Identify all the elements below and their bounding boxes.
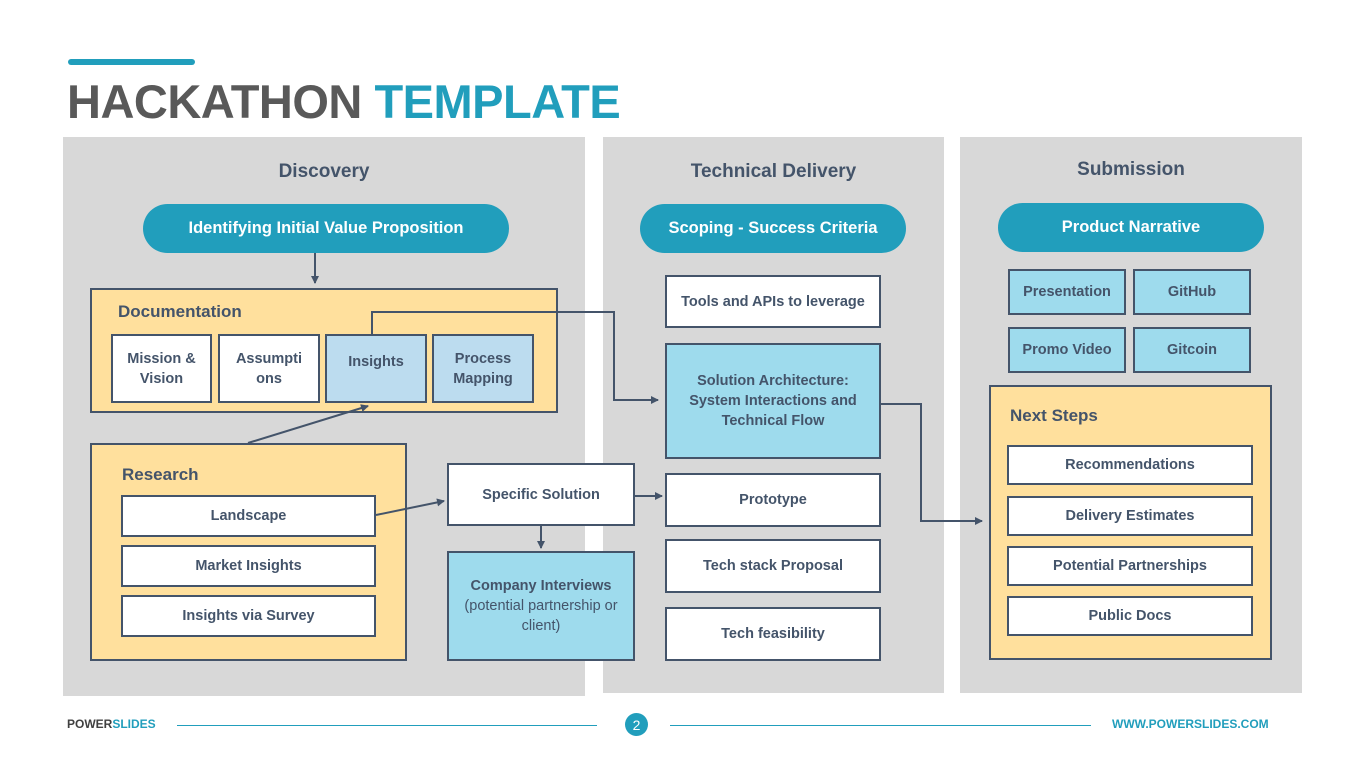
next-step-delivery-estimates[interactable]: Delivery Estimates [1007, 496, 1253, 536]
doc-item-process-mapping[interactable]: Process Mapping [432, 334, 534, 403]
panel-title-submission: Submission [1077, 159, 1185, 180]
pill-product-narrative[interactable]: Product Narrative [998, 203, 1264, 252]
deliverable-promo-video[interactable]: Promo Video [1008, 327, 1126, 373]
title-accent-bar [68, 59, 195, 65]
tech-item-tools-apis[interactable]: Tools and APIs to leverage [665, 275, 881, 328]
research-item-market-insights[interactable]: Market Insights [121, 545, 376, 587]
next-step-public-docs[interactable]: Public Docs [1007, 596, 1253, 636]
panel-title-discovery: Discovery [278, 161, 370, 182]
company-interviews[interactable]: Company Interviews (potential partnershi… [447, 551, 635, 661]
doc-item-assumptions[interactable]: Assumpti ons [218, 334, 320, 403]
deliverable-github[interactable]: GitHub [1133, 269, 1251, 315]
doc-item-insights-label: Insights [348, 354, 404, 370]
tech-item-solution-architecture[interactable]: Solution Architecture: System Interactio… [665, 343, 881, 459]
company-interviews-subtitle: (potential partnership or client) [464, 598, 618, 634]
doc-item-mission-vision[interactable]: Mission & Vision [111, 334, 212, 403]
page-number-badge: 2 [625, 713, 648, 736]
research-label: Research [122, 465, 199, 484]
documentation-label: Documentation [118, 302, 242, 321]
page-title: HACKATHON TEMPLATE [67, 74, 621, 130]
research-item-landscape[interactable]: Landscape [121, 495, 376, 537]
pill-value-proposition[interactable]: Identifying Initial Value Proposition [143, 204, 509, 253]
title-part-2: TEMPLATE [374, 75, 621, 128]
tech-item-prototype[interactable]: Prototype [665, 473, 881, 527]
research-item-insights-survey[interactable]: Insights via Survey [121, 595, 376, 637]
specific-solution[interactable]: Specific Solution [447, 463, 635, 526]
pill-scoping-success-criteria[interactable]: Scoping - Success Criteria [640, 204, 906, 253]
footer-url-link[interactable]: WWW.POWERSLIDES.COM [1112, 717, 1269, 731]
panel-title-technical-delivery: Technical Delivery [690, 161, 857, 182]
deliverable-gitcoin[interactable]: Gitcoin [1133, 327, 1251, 373]
tech-item-feasibility[interactable]: Tech feasibility [665, 607, 881, 661]
next-steps-label: Next Steps [1010, 406, 1098, 425]
tech-item-tech-stack[interactable]: Tech stack Proposal [665, 539, 881, 593]
next-step-potential-partnerships[interactable]: Potential Partnerships [1007, 546, 1253, 586]
footer-divider-right [670, 725, 1091, 726]
footer-brand-part-1: POWER [67, 717, 113, 731]
title-part-1: HACKATHON [67, 75, 362, 128]
footer-divider-left [177, 725, 597, 726]
next-step-recommendations[interactable]: Recommendations [1007, 445, 1253, 485]
footer-brand: POWERSLIDES [67, 717, 156, 731]
doc-item-insights[interactable]: Insights [325, 334, 427, 403]
deliverable-presentation[interactable]: Presentation [1008, 269, 1126, 315]
footer-brand-part-2: SLIDES [112, 717, 156, 731]
company-interviews-title: Company Interviews [470, 578, 612, 594]
